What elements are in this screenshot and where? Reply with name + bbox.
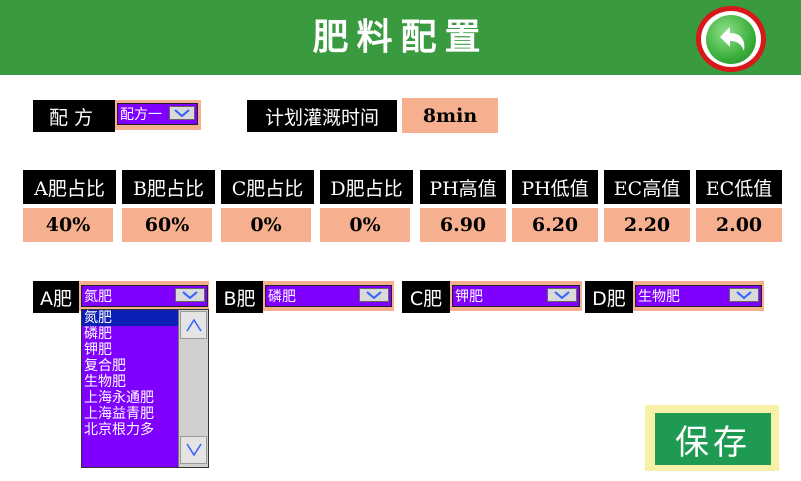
- c-ratio-value[interactable]: 0%: [221, 208, 311, 242]
- page-title: 肥料配置: [312, 16, 489, 58]
- ec-low-value[interactable]: 2.00: [696, 208, 782, 242]
- a-fertilizer-dropdown[interactable]: 氮肥: [81, 285, 208, 307]
- formula-dropdown-value: 配方一: [120, 107, 162, 123]
- ec-high-label: EC高值: [604, 170, 690, 204]
- chevron-down-icon[interactable]: [359, 288, 389, 302]
- a-fertilizer-value: 氮肥: [84, 289, 112, 305]
- scroll-up-icon[interactable]: [180, 311, 207, 339]
- chevron-down-icon[interactable]: [547, 288, 577, 302]
- irrigation-time-value[interactable]: 8min: [402, 98, 498, 133]
- back-arrow-icon: [706, 15, 756, 64]
- b-ratio-value[interactable]: 60%: [122, 208, 212, 242]
- ph-low-value[interactable]: 6.20: [512, 208, 598, 242]
- formula-label: 配方: [33, 100, 115, 132]
- d-ratio-label: D肥占比: [320, 170, 413, 204]
- formula-dropdown[interactable]: 配方一: [117, 103, 198, 125]
- irrigation-time-label: 计划灌溉时间: [247, 100, 397, 132]
- b-ratio-label: B肥占比: [122, 170, 215, 204]
- scroll-down-icon[interactable]: [180, 436, 207, 464]
- ph-high-label: PH高值: [420, 170, 506, 204]
- chevron-down-icon[interactable]: [729, 288, 759, 302]
- d-ratio-value[interactable]: 0%: [320, 208, 410, 242]
- back-button[interactable]: [696, 6, 766, 72]
- c-fertilizer-label: C肥: [402, 281, 450, 313]
- b-fertilizer-label: B肥: [216, 281, 263, 313]
- a-ratio-label: A肥占比: [23, 170, 116, 204]
- b-fertilizer-value: 磷肥: [268, 289, 296, 305]
- ph-high-value[interactable]: 6.90: [420, 208, 506, 242]
- a-ratio-value[interactable]: 40%: [23, 208, 113, 242]
- chevron-down-icon[interactable]: [175, 288, 205, 302]
- a-fertilizer-label: A肥: [33, 281, 79, 313]
- ph-low-label: PH低值: [512, 170, 598, 204]
- b-fertilizer-dropdown[interactable]: 磷肥: [265, 285, 392, 307]
- c-fertilizer-dropdown[interactable]: 钾肥: [452, 285, 580, 307]
- d-fertilizer-value: 生物肥: [638, 289, 680, 305]
- header-bar: 肥料配置: [0, 0, 801, 75]
- d-fertilizer-label: D肥: [585, 281, 633, 313]
- c-fertilizer-value: 钾肥: [455, 289, 483, 305]
- save-button-label: 保存: [655, 413, 771, 465]
- c-ratio-label: C肥占比: [221, 170, 314, 204]
- d-fertilizer-dropdown[interactable]: 生物肥: [635, 285, 762, 307]
- chevron-down-icon[interactable]: [169, 106, 195, 120]
- ec-high-value[interactable]: 2.20: [604, 208, 690, 242]
- fertilizer-options-list[interactable]: 氮肥 磷肥 钾肥 复合肥 生物肥 上海永通肥 上海益青肥 北京根力多: [81, 309, 209, 468]
- save-button[interactable]: 保存: [645, 405, 779, 471]
- list-scrollbar[interactable]: [178, 310, 208, 467]
- ec-low-label: EC低值: [696, 170, 782, 204]
